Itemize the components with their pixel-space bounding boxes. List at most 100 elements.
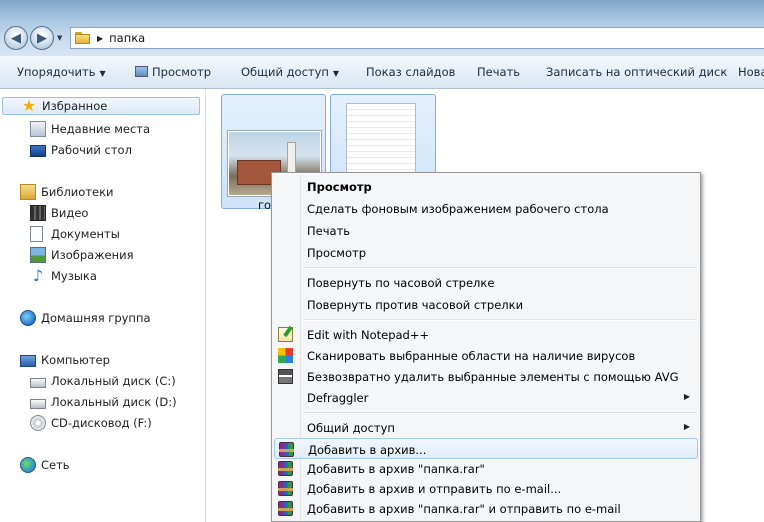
- documents-icon: [30, 226, 43, 242]
- network-icon: [20, 457, 36, 473]
- winrar-icon: [278, 481, 293, 496]
- chevron-down-icon: ▼: [99, 69, 106, 78]
- window-titlebar: ◀ ▶ ▼ ▶ папка: [0, 0, 764, 56]
- menu-item-label: Повернуть против часовой стрелки: [307, 298, 524, 312]
- menu-item-preview[interactable]: Просмотр: [274, 242, 698, 263]
- sidebar-item-favorites[interactable]: ★ Избранное: [2, 97, 200, 115]
- sidebar-item-label: Недавние места: [51, 122, 151, 136]
- menu-item-label: Повернуть по часовой стрелке: [307, 276, 495, 290]
- folder-icon: [75, 32, 91, 44]
- sidebar-item-label: CD-дисковод (F:): [51, 416, 152, 430]
- recent-pages-dropdown-icon[interactable]: ▼: [57, 34, 62, 42]
- menu-item-label: Добавить в архив "папка.rar": [307, 462, 485, 476]
- desktop-icon: [30, 145, 46, 157]
- menu-separator: [303, 267, 697, 269]
- menu-item-add-rar[interactable]: Добавить в архив "папка.rar": [274, 458, 698, 479]
- menu-item-set-wallpaper[interactable]: Сделать фоновым изображением рабочего ст…: [274, 198, 698, 219]
- cd-drive-icon: [30, 415, 46, 431]
- menu-item-defraggler[interactable]: Defraggler ▶: [274, 387, 698, 408]
- avg-icon: [278, 348, 293, 363]
- sidebar-item-recent[interactable]: Недавние места: [30, 120, 150, 138]
- share-button[interactable]: Общий доступ ▼: [241, 65, 339, 79]
- slideshow-button[interactable]: Показ слайдов: [366, 65, 455, 79]
- sidebar-item-label: Избранное: [42, 99, 108, 113]
- menu-separator: [303, 319, 697, 321]
- address-bar[interactable]: ▶ папка: [70, 27, 764, 49]
- menu-item-add-rar-email[interactable]: Добавить в архив "папка.rar" и отправить…: [274, 498, 698, 519]
- sidebar-item-network[interactable]: Сеть: [20, 456, 70, 474]
- sidebar-item-label: Домашняя группа: [41, 311, 151, 325]
- sidebar-item-label: Сеть: [41, 458, 70, 472]
- sidebar-item-label: Библиотеки: [41, 185, 114, 199]
- breadcrumb-arrow-icon[interactable]: ▶: [97, 34, 103, 43]
- submenu-arrow-icon: ▶: [683, 392, 690, 401]
- menu-item-notepad[interactable]: Edit with Notepad++: [274, 324, 698, 345]
- organize-label: Упорядочить: [17, 65, 96, 79]
- menu-item-label: Defraggler: [307, 391, 369, 405]
- recent-places-icon: [30, 121, 46, 137]
- sidebar-item-label: Компьютер: [41, 353, 110, 367]
- menu-item-preview-default[interactable]: Просмотр: [274, 176, 698, 197]
- winrar-icon: [278, 501, 293, 516]
- libraries-icon: [20, 184, 36, 200]
- menu-item-label: Общий доступ: [307, 421, 395, 435]
- homegroup-icon: [20, 310, 36, 326]
- menu-item-add-archive[interactable]: Добавить в архив...: [274, 438, 698, 459]
- menu-item-label: Просмотр: [307, 246, 367, 260]
- sidebar-item-label: Документы: [51, 227, 120, 241]
- images-icon: [30, 247, 46, 263]
- video-icon: [30, 205, 46, 221]
- sidebar-item-label: Локальный диск (C:): [51, 374, 176, 388]
- local-disk-icon: [30, 378, 46, 388]
- view-button[interactable]: Просмотр: [135, 65, 211, 79]
- star-icon: ★: [21, 96, 37, 115]
- print-button[interactable]: Печать: [477, 65, 520, 79]
- notepad-plus-icon: [278, 327, 293, 342]
- menu-item-label: Сканировать выбранные области на наличие…: [307, 349, 636, 363]
- menu-item-share[interactable]: Общий доступ ▶: [274, 417, 698, 438]
- menu-item-label: Просмотр: [307, 180, 372, 194]
- sidebar-item-video[interactable]: Видео: [30, 204, 88, 222]
- menu-item-add-email[interactable]: Добавить в архив и отправить по e-mail..…: [274, 478, 698, 499]
- sidebar-item-music[interactable]: ♪ Музыка: [30, 267, 97, 285]
- sidebar-item-label: Изображения: [51, 248, 134, 262]
- sidebar-item-drive-d[interactable]: Локальный диск (D:): [30, 393, 177, 411]
- new-folder-button[interactable]: Нова: [738, 65, 764, 79]
- organize-button[interactable]: Упорядочить ▼: [17, 65, 106, 79]
- menu-separator: [303, 412, 697, 414]
- music-note-icon: ♪: [32, 266, 44, 285]
- sidebar-item-images[interactable]: Изображения: [30, 246, 134, 264]
- menu-item-print[interactable]: Печать: [274, 220, 698, 241]
- sidebar-item-documents[interactable]: Документы: [30, 225, 120, 243]
- sidebar-item-computer[interactable]: Компьютер: [20, 351, 110, 369]
- winrar-icon: [278, 461, 293, 476]
- forward-button[interactable]: ▶: [30, 26, 54, 50]
- sidebar-item-label: Музыка: [51, 269, 97, 283]
- sidebar-item-desktop[interactable]: Рабочий стол: [30, 141, 132, 159]
- shredder-icon: [278, 369, 293, 384]
- menu-item-label: Добавить в архив и отправить по e-mail..…: [307, 482, 562, 496]
- context-menu: Просмотр Сделать фоновым изображением ра…: [271, 172, 701, 522]
- sidebar-item-label: Рабочий стол: [51, 143, 132, 157]
- sidebar-item-homegroup[interactable]: Домашняя группа: [20, 309, 151, 327]
- menu-item-rotate-ccw[interactable]: Повернуть против часовой стрелки: [274, 294, 698, 315]
- computer-icon: [20, 354, 36, 367]
- address-path[interactable]: папка: [109, 31, 145, 45]
- menu-item-rotate-cw[interactable]: Повернуть по часовой стрелке: [274, 272, 698, 293]
- sidebar-item-cd-drive[interactable]: CD-дисковод (F:): [30, 414, 152, 432]
- share-label: Общий доступ: [241, 65, 329, 79]
- preview-icon: [135, 66, 148, 77]
- view-label: Просмотр: [152, 65, 212, 79]
- burn-button[interactable]: Записать на оптический диск: [546, 65, 727, 79]
- navigation-pane: ★ Избранное Недавние места Рабочий стол …: [0, 89, 206, 522]
- menu-item-avg-shred[interactable]: Безвозвратно удалить выбранные элементы …: [274, 366, 698, 387]
- back-button[interactable]: ◀: [4, 26, 28, 50]
- sidebar-item-drive-c[interactable]: Локальный диск (C:): [30, 372, 176, 390]
- menu-item-label: Печать: [307, 224, 351, 238]
- menu-item-avg-scan[interactable]: Сканировать выбранные области на наличие…: [274, 345, 698, 366]
- sidebar-item-libraries[interactable]: Библиотеки: [20, 183, 114, 201]
- back-arrow-icon: ◀: [11, 30, 21, 46]
- command-bar: Упорядочить ▼ Просмотр Общий доступ ▼ Пока…: [0, 56, 764, 89]
- winrar-icon: [279, 442, 294, 457]
- sidebar-item-label: Локальный диск (D:): [51, 395, 177, 409]
